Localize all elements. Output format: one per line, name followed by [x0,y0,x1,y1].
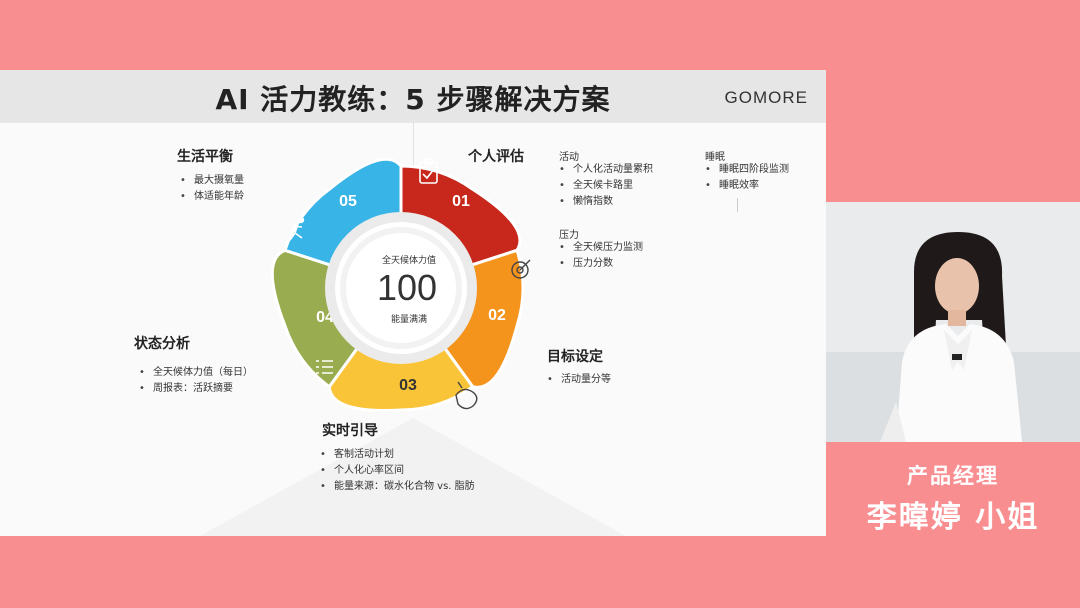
section-title-life-balance: 生活平衡 [177,149,233,165]
subheading-pressure: 压力 [559,230,579,241]
list-item: 活动量分等 [547,372,611,388]
petal-number-05: 05 [339,193,357,210]
activity-list: 个人化活动量累积 全天候卡路里 懒惰指数 [559,162,653,210]
goal-setting-list: 活动量分等 [547,372,611,388]
presentation-slide: AI 活力教练：5 步骤解决方案 GOMORE 01 02 03 04 05 全天候体力… [0,70,826,536]
subheading-activity: 活动 [559,152,579,163]
section-title-goal-setting: 目标设定 [547,349,603,365]
speaker-lower-third: 产品经理 李暐婷 小姐 [826,460,1080,536]
status-analysis-list: 全天候体力值（每日） 周报表：活跃摘要 [139,365,253,397]
list-item: 懒惰指数 [559,194,653,210]
list-item: 全天候压力监测 [559,240,643,256]
center-value: 100 [377,267,437,308]
section-title-realtime-guidance: 实时引导 [322,423,378,439]
list-item: 客制活动计划 [320,447,475,463]
list-item: 体适能年龄 [180,189,244,205]
petal-number-03: 03 [399,377,417,394]
petal-number-02: 02 [488,307,506,324]
presenter-figure [826,202,1080,442]
list-item: 个人化心率区间 [320,463,475,479]
list-item: 睡眠四阶段监测 [705,162,789,178]
subheading-sleep: 睡眠 [705,152,725,163]
list-item: 睡眠效率 [705,178,789,194]
center-label: 全天候体力值 [382,254,436,266]
pressure-list: 全天候压力监测 压力分数 [559,240,643,272]
list-item: 全天候体力值（每日） [139,365,253,381]
list-item: 能量来源：碳水化合物 vs. 脂肪 [320,479,475,495]
center-caption: 能量满满 [391,313,427,325]
sleep-list: 睡眠四阶段监测 睡眠效率 [705,162,789,194]
sleep-divider [737,198,738,212]
list-item: 个人化活动量累积 [559,162,653,178]
realtime-guidance-list: 客制活动计划 个人化心率区间 能量来源：碳水化合物 vs. 脂肪 [320,447,475,495]
list-item: 周报表：活跃摘要 [139,381,253,397]
list-item: 压力分数 [559,256,643,272]
speaker-name: 李暐婷 小姐 [866,500,1040,535]
life-balance-list: 最大摄氧量 体适能年龄 [180,173,244,205]
list-item: 最大摄氧量 [180,173,244,189]
list-item: 全天候卡路里 [559,178,653,194]
petal-number-01: 01 [452,193,470,210]
section-title-personal-eval: 个人评估 [468,149,524,165]
presenter-video [826,202,1080,442]
speaker-role: 产品经理 [907,464,999,488]
section-title-status-analysis: 状态分析 [134,336,190,352]
